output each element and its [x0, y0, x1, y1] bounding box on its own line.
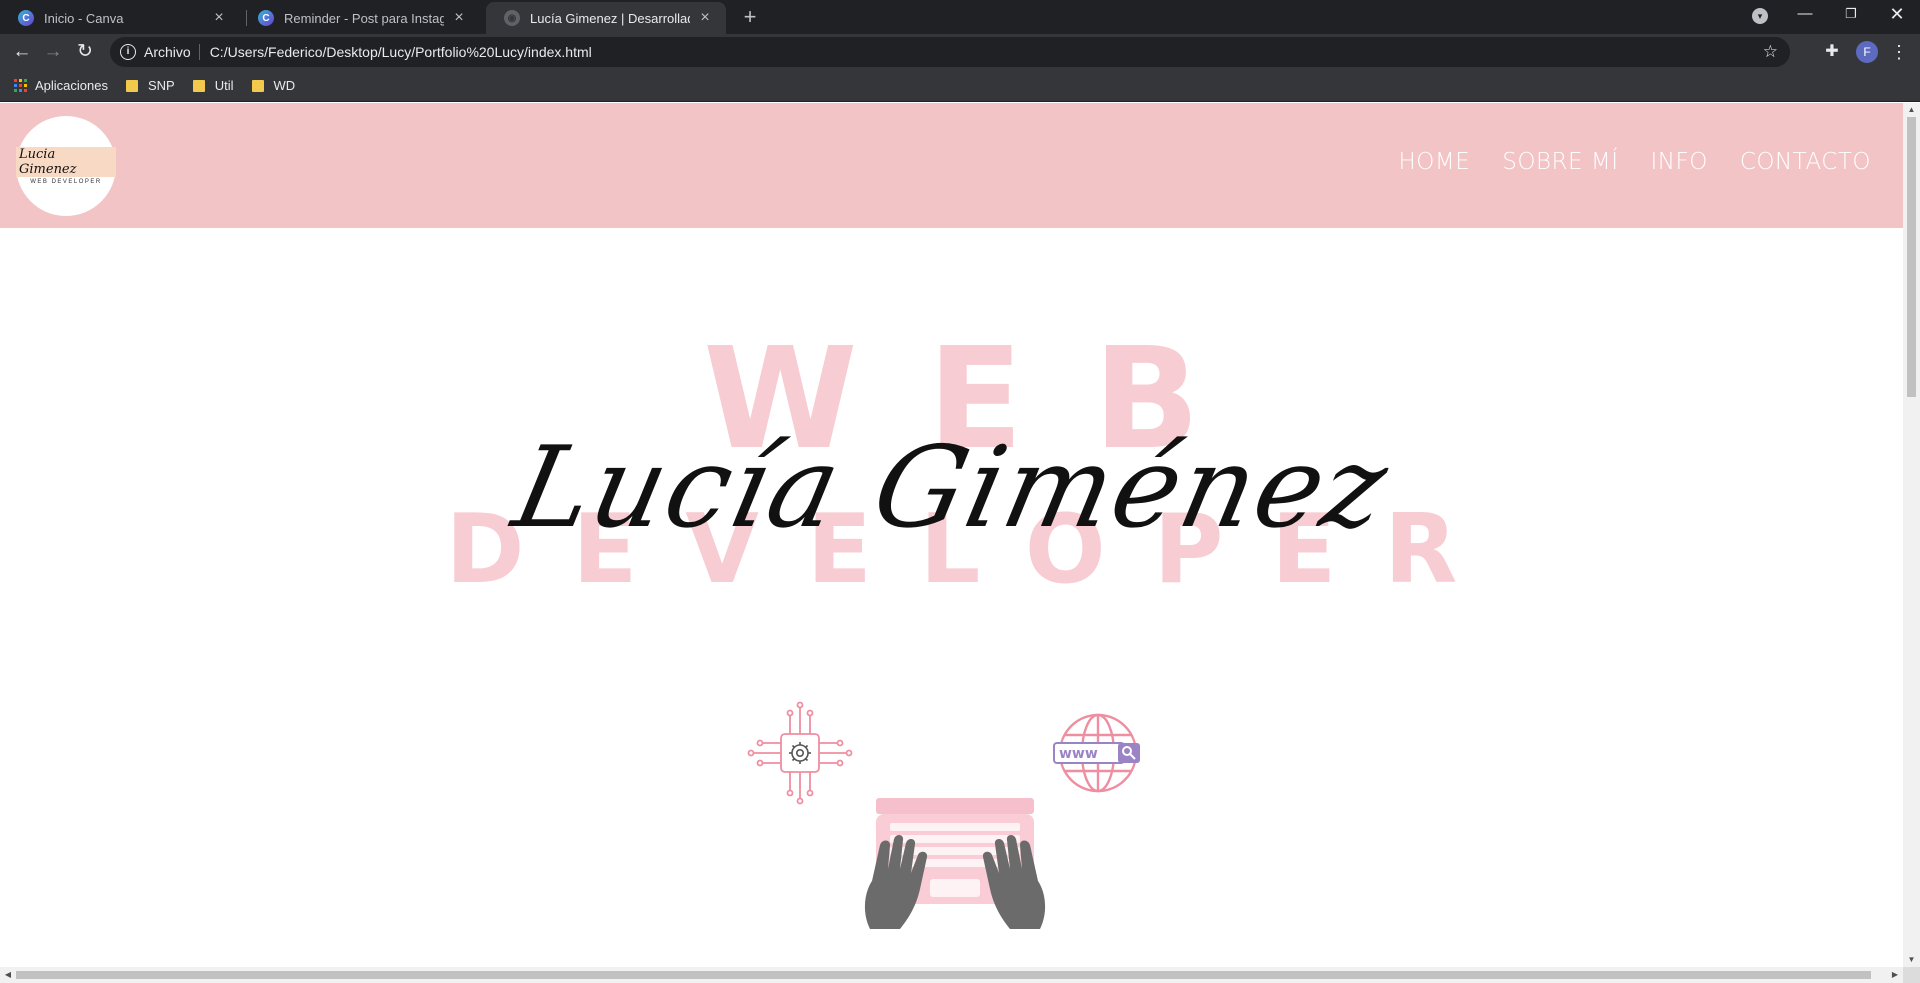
- close-tab-icon[interactable]: ×: [696, 9, 714, 27]
- apps-grid-icon: [14, 79, 27, 92]
- scroll-down-arrow-icon[interactable]: ▼: [1903, 953, 1920, 967]
- canva-icon: C: [18, 10, 34, 26]
- logo-subtitle: WEB DEVELOPER: [30, 179, 102, 185]
- address-url[interactable]: C:/Users/Federico/Desktop/Lucy/Portfolio…: [210, 44, 1763, 60]
- circuit-gear-icon: [747, 701, 853, 805]
- bookmark-util[interactable]: Util: [192, 78, 234, 93]
- developer-illustration: www: [747, 701, 1140, 929]
- tab-lucia-gimenez-active[interactable]: ◉ Lucía Gimenez | Desarrolladora W ×: [486, 2, 726, 34]
- horizontal-scrollbar[interactable]: ◀ ▶: [0, 967, 1903, 983]
- tab-title: Lucía Gimenez | Desarrolladora W: [530, 10, 690, 26]
- tab-inicio-canva[interactable]: C Inicio - Canva ×: [0, 2, 240, 34]
- bookmark-snp[interactable]: SNP: [126, 78, 175, 93]
- globe-icon: ◉: [504, 10, 520, 26]
- forward-arrow-icon[interactable]: →: [40, 39, 66, 65]
- close-window-button[interactable]: ✕: [1874, 0, 1920, 30]
- site-logo[interactable]: Lucia Gimenez WEB DEVELOPER: [16, 116, 116, 216]
- bookmark-wd[interactable]: WD: [251, 78, 296, 93]
- folder-icon: [192, 79, 205, 92]
- restore-button[interactable]: ❐: [1828, 0, 1874, 30]
- nav-contacto-link[interactable]: CONTACTO: [1740, 149, 1871, 175]
- bookmark-label: Aplicaciones: [35, 78, 108, 93]
- folder-icon: [126, 79, 138, 92]
- bookmark-label: SNP: [148, 78, 175, 93]
- gear-icon: [789, 742, 811, 764]
- vertical-scrollbar[interactable]: ▲ ▼: [1903, 103, 1920, 967]
- reload-icon[interactable]: ↻: [72, 39, 98, 65]
- scroll-left-arrow-icon[interactable]: ◀: [0, 967, 16, 983]
- site-info-icon[interactable]: i: [120, 44, 136, 60]
- scroll-up-arrow-icon[interactable]: ▲: [1903, 103, 1920, 117]
- folder-icon: [251, 79, 264, 92]
- scroll-right-arrow-icon[interactable]: ▶: [1887, 967, 1903, 983]
- logo-script-text: Lucia Gimenez: [16, 147, 116, 177]
- tab-search-icon[interactable]: ▾: [1752, 8, 1768, 24]
- bookmarks-bar: Aplicaciones SNP Util WD: [0, 70, 1920, 102]
- tab-title: Reminder - Post para Instagram: [284, 10, 444, 26]
- vertical-scroll-thumb[interactable]: [1907, 117, 1916, 397]
- close-tab-icon[interactable]: ×: [450, 9, 468, 27]
- minimize-button[interactable]: —: [1782, 0, 1828, 30]
- bookmark-star-icon[interactable]: ☆: [1763, 42, 1778, 62]
- close-tab-icon[interactable]: ×: [210, 9, 228, 27]
- horizontal-scroll-thumb[interactable]: [16, 971, 1871, 979]
- browser-toolbar: ← → ↻ i Archivo C:/Users/Federico/Deskto…: [0, 34, 1920, 70]
- browser-menu-icon[interactable]: ⋮: [1890, 40, 1908, 64]
- profile-avatar[interactable]: F: [1856, 41, 1878, 63]
- extensions-puzzle-icon[interactable]: ✚: [1822, 42, 1842, 62]
- hero-name-script: Lucía Giménez: [503, 423, 1400, 553]
- tab-title: Inicio - Canva: [44, 10, 124, 26]
- bookmark-aplicaciones[interactable]: Aplicaciones: [14, 78, 108, 93]
- site-nav: HOME SOBRE MÍ INFO CONTACTO: [1366, 149, 1871, 175]
- bookmark-label: Util: [214, 78, 234, 93]
- bookmark-label: WD: [273, 78, 296, 93]
- nav-info-link[interactable]: INFO: [1650, 149, 1707, 175]
- globe-www-icon: www: [1053, 713, 1140, 793]
- address-scheme-label: Archivo: [144, 44, 200, 60]
- www-text: www: [1059, 746, 1098, 762]
- scrollbar-corner: [1903, 967, 1920, 983]
- browser-tab-strip: C Inicio - Canva × C Reminder - Post par…: [0, 0, 1920, 34]
- site-header: Lucia Gimenez WEB DEVELOPER HOME SOBRE M…: [0, 103, 1903, 228]
- new-tab-button[interactable]: +: [738, 5, 762, 29]
- nav-home-link[interactable]: HOME: [1398, 149, 1470, 175]
- page-viewport: Lucia Gimenez WEB DEVELOPER HOME SOBRE M…: [0, 103, 1903, 967]
- back-arrow-icon[interactable]: ←: [9, 39, 35, 65]
- nav-sobre-mi-link[interactable]: SOBRE MÍ: [1502, 149, 1618, 175]
- tab-reminder-post[interactable]: C Reminder - Post para Instagram ×: [240, 2, 480, 34]
- canva-icon: C: [258, 10, 274, 26]
- address-bar[interactable]: i Archivo C:/Users/Federico/Desktop/Lucy…: [110, 37, 1790, 67]
